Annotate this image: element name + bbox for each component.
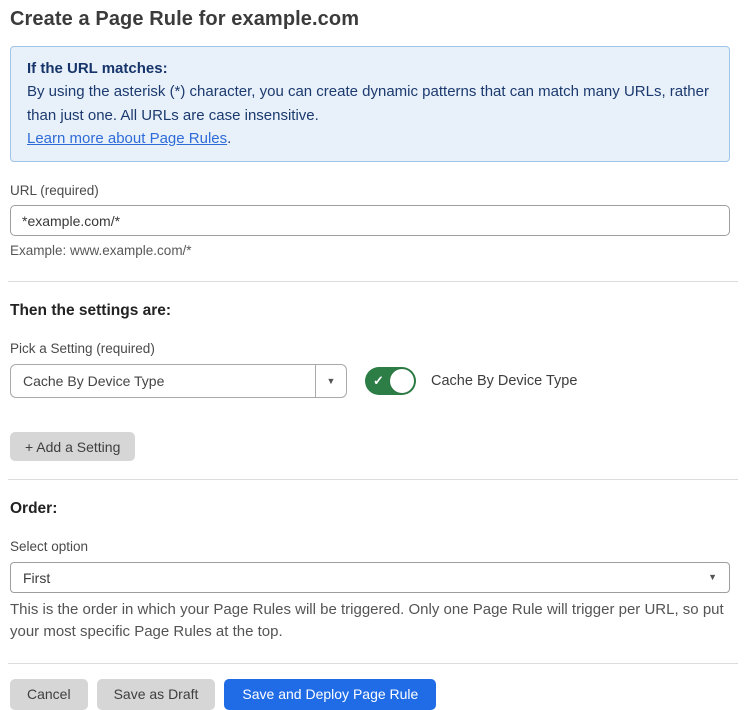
chevron-down-icon: ▼ (327, 377, 336, 386)
order-select-label: Select option (10, 539, 730, 554)
url-input[interactable] (10, 205, 730, 236)
url-field-label: URL (required) (10, 183, 730, 198)
cache-by-device-type-toggle[interactable]: ✓ (365, 367, 416, 395)
divider (8, 663, 738, 664)
info-box-link-line: Learn more about Page Rules. (27, 127, 713, 150)
link-period: . (227, 130, 231, 147)
toggle-label: Cache By Device Type (431, 373, 577, 389)
setting-picker-label: Pick a Setting (required) (10, 341, 730, 356)
add-setting-button[interactable]: + Add a Setting (10, 432, 135, 461)
url-field-hint: Example: www.example.com/* (10, 243, 730, 258)
save-as-draft-button[interactable]: Save as Draft (97, 679, 216, 710)
save-and-deploy-button[interactable]: Save and Deploy Page Rule (224, 679, 436, 710)
learn-more-link[interactable]: Learn more about Page Rules (27, 130, 227, 147)
order-section-heading: Order: (10, 500, 730, 518)
settings-section-heading: Then the settings are: (10, 302, 730, 320)
form-actions: Cancel Save as Draft Save and Deploy Pag… (10, 679, 730, 710)
page-rule-form: Create a Page Rule for example.com If th… (0, 0, 750, 710)
divider (8, 281, 738, 282)
page-title: Create a Page Rule for example.com (10, 8, 730, 31)
divider (8, 479, 738, 480)
cancel-button[interactable]: Cancel (10, 679, 88, 710)
setting-select-arrow-button[interactable]: ▼ (315, 365, 346, 397)
info-box-heading: If the URL matches: (27, 57, 713, 80)
setting-row: Cache By Device Type ▼ ✓ Cache By Device… (10, 364, 730, 398)
order-select-value: First (23, 570, 708, 586)
setting-select[interactable]: Cache By Device Type ▼ (10, 364, 347, 398)
setting-select-value: Cache By Device Type (11, 365, 315, 397)
order-hint: This is the order in which your Page Rul… (10, 599, 730, 643)
chevron-down-icon: ▼ (708, 573, 717, 582)
toggle-knob (390, 369, 414, 393)
order-select[interactable]: First ▼ (10, 562, 730, 593)
url-match-info-box: If the URL matches: By using the asteris… (10, 46, 730, 162)
info-box-body: By using the asterisk (*) character, you… (27, 80, 713, 127)
check-icon: ✓ (373, 373, 384, 389)
